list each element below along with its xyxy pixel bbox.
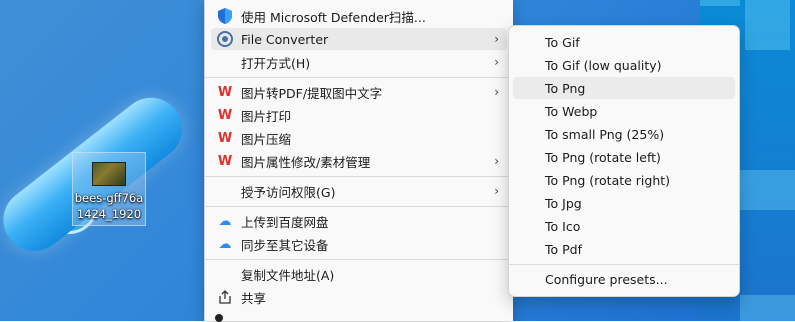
desktop-file-icon[interactable]: bees-gff76a 1424_1920 — [72, 152, 146, 226]
chevron-right-icon: › — [494, 85, 499, 99]
menu-item-label: 图片属性修改/素材管理 — [241, 154, 371, 170]
submenu-item-label: To Pdf — [545, 241, 583, 257]
submenu-item-to-small-png[interactable]: To small Png (25%) — [513, 123, 735, 145]
submenu-item-to-png-rotate-left[interactable]: To Png (rotate left) — [513, 146, 735, 168]
submenu-separator — [509, 264, 739, 265]
menu-separator — [205, 77, 513, 78]
menu-item-copy-path[interactable]: 复制文件地址(A) — [211, 263, 507, 285]
file-converter-icon — [215, 29, 235, 49]
menu-item-label: 图片转PDF/提取图中文字 — [241, 85, 383, 101]
menu-item-open-with[interactable]: 打开方式(H) › — [211, 51, 507, 73]
menu-item-label: 图片打印 — [241, 108, 292, 124]
submenu-item-label: To Png (rotate left) — [545, 149, 661, 165]
menu-item-label: 同步至其它设备 — [241, 237, 329, 253]
submenu-item-configure-presets[interactable]: Configure presets... — [513, 268, 735, 290]
submenu-item-to-jpg[interactable]: To Jpg — [513, 192, 735, 214]
file-converter-submenu: To Gif To Gif (low quality) To Png To We… — [508, 25, 740, 297]
menu-item-upload-baidu[interactable]: ☁ 上传到百度网盘 — [211, 210, 507, 232]
menu-item-image-compress[interactable]: W 图片压缩 — [211, 127, 507, 149]
menu-item-share[interactable]: 共享 — [211, 286, 507, 308]
menu-item-label: 共享 — [241, 290, 267, 306]
menu-separator — [205, 176, 513, 177]
submenu-item-label: To Jpg — [545, 195, 582, 211]
submenu-item-to-pdf[interactable]: To Pdf — [513, 238, 735, 260]
wps-icon: W — [217, 107, 233, 123]
wps-icon: W — [217, 130, 233, 146]
menu-item-label: File Converter — [241, 31, 329, 47]
submenu-item-to-webp[interactable]: To Webp — [513, 100, 735, 122]
chevron-right-icon: › — [494, 154, 499, 168]
submenu-item-label: To Webp — [545, 103, 598, 119]
menu-item-image-to-pdf[interactable]: W 图片转PDF/提取图中文字 › — [211, 81, 507, 103]
menu-item-grant-access[interactable]: 授予访问权限(G) › — [211, 180, 507, 202]
baidu-netdisk-icon: ☁ — [218, 213, 232, 229]
context-menu: 使用 Microsoft Defender扫描... File Converte… — [204, 0, 513, 322]
wps-icon: W — [217, 153, 233, 169]
menu-item-defender-scan[interactable]: 使用 Microsoft Defender扫描... — [211, 5, 507, 27]
submenu-item-to-png[interactable]: To Png — [513, 77, 735, 99]
chevron-right-icon: › — [494, 184, 499, 198]
defender-shield-icon — [215, 6, 235, 26]
baidu-netdisk-icon: ☁ — [218, 236, 232, 252]
menu-separator — [205, 206, 513, 207]
submenu-item-to-gif-low[interactable]: To Gif (low quality) — [513, 54, 735, 76]
submenu-item-label: To Gif (low quality) — [545, 57, 662, 73]
submenu-item-label: To Ico — [545, 218, 581, 234]
submenu-item-label: Configure presets... — [545, 271, 668, 287]
menu-item-label: 复制文件地址(A) — [241, 267, 335, 283]
submenu-item-to-gif[interactable]: To Gif — [513, 31, 735, 53]
submenu-item-to-ico[interactable]: To Ico — [513, 215, 735, 237]
menu-item-label: 授予访问权限(G) — [241, 184, 336, 200]
chevron-right-icon: › — [494, 55, 499, 69]
image-thumbnail-icon — [92, 162, 126, 186]
file-name-line1: bees-gff76a — [74, 191, 144, 205]
submenu-item-label: To Png (rotate right) — [545, 172, 671, 188]
desktop-file-label: bees-gff76a 1424_1920 — [73, 190, 145, 222]
chevron-right-icon: › — [494, 32, 499, 46]
file-name-line2: 1424_1920 — [76, 207, 142, 221]
wps-icon: W — [217, 84, 233, 100]
submenu-item-label: To Png — [545, 80, 586, 96]
menu-item-sync-devices[interactable]: ☁ 同步至其它设备 — [211, 233, 507, 255]
menu-item-image-print[interactable]: W 图片打印 — [211, 104, 507, 126]
share-icon — [215, 287, 235, 307]
submenu-item-label: To Gif — [545, 34, 580, 50]
menu-item-file-converter[interactable]: File Converter › — [211, 28, 507, 50]
menu-item-label: 图片压缩 — [241, 131, 292, 147]
menu-item-label: 打开方式(H) — [241, 55, 311, 71]
menu-item-image-properties[interactable]: W 图片属性修改/素材管理 › — [211, 150, 507, 172]
submenu-item-to-png-rotate-right[interactable]: To Png (rotate right) — [513, 169, 735, 191]
menu-item-label: 使用 Microsoft Defender扫描... — [241, 9, 426, 25]
menu-separator — [205, 259, 513, 260]
menu-item-label: 上传到百度网盘 — [241, 214, 329, 230]
submenu-item-label: To small Png (25%) — [545, 126, 665, 142]
